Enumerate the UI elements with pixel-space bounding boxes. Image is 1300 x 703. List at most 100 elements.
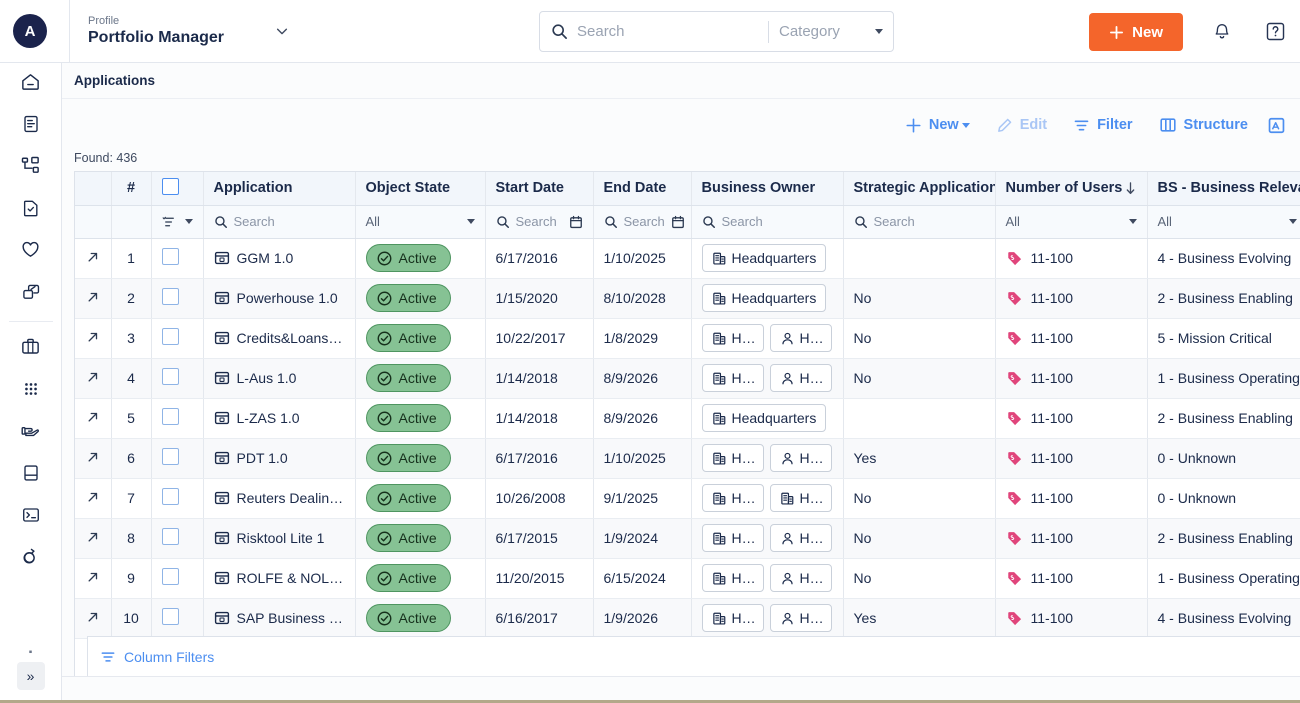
row-checkbox-cell[interactable] xyxy=(151,558,203,598)
chevron-down-icon[interactable] xyxy=(275,24,289,38)
open-in-new-icon[interactable] xyxy=(86,250,100,267)
open-in-new-icon[interactable] xyxy=(86,490,100,507)
cell-business-owner[interactable]: H…H… xyxy=(691,318,843,358)
cell-business-owner[interactable]: H…H… xyxy=(691,478,843,518)
row-checkbox-cell[interactable] xyxy=(151,278,203,318)
calendar-icon[interactable] xyxy=(671,215,685,229)
table-row[interactable]: 3Credits&Loans B…Active10/22/20171/8/202… xyxy=(75,318,1300,358)
cell-application[interactable]: Powerhouse 1.0 xyxy=(203,278,355,318)
row-expand-button[interactable] xyxy=(75,318,111,358)
cell-business-owner[interactable]: H…H… xyxy=(691,518,843,558)
chevron-down-icon[interactable] xyxy=(467,219,475,224)
owner-chip[interactable]: H… xyxy=(770,324,832,352)
cell-application[interactable]: SAP Business Pa… xyxy=(203,598,355,638)
chevron-down-icon[interactable] xyxy=(875,29,883,34)
open-in-new-icon[interactable] xyxy=(86,450,100,467)
header-business-owner[interactable]: Business Owner xyxy=(691,172,843,205)
profile-switcher[interactable]: Profile Portfolio Manager xyxy=(69,0,299,63)
owner-chip[interactable]: H… xyxy=(770,524,832,552)
row-checkbox-cell[interactable] xyxy=(151,438,203,478)
toolbar-filter-button[interactable]: Filter xyxy=(1060,108,1145,142)
open-in-new-icon[interactable] xyxy=(86,410,100,427)
cell-application[interactable]: L-Aus 1.0 xyxy=(203,358,355,398)
cell-business-owner[interactable]: H…H… xyxy=(691,598,843,638)
owner-chip[interactable]: H… xyxy=(770,364,832,392)
avatar[interactable]: A xyxy=(13,14,47,48)
sidebar-item-portfolio[interactable] xyxy=(0,328,62,370)
toolbar-structure-button[interactable]: Structure xyxy=(1146,108,1261,142)
toolbar-report-button[interactable] xyxy=(1261,108,1294,142)
owner-chip[interactable]: H… xyxy=(770,604,832,632)
row-expand-button[interactable] xyxy=(75,558,111,598)
owner-chip[interactable]: H… xyxy=(702,484,764,512)
filter-application[interactable]: Search xyxy=(203,205,355,238)
row-checkbox[interactable] xyxy=(162,248,179,265)
search-input[interactable] xyxy=(568,13,768,51)
sidebar-item-services[interactable] xyxy=(0,412,62,454)
open-in-new-icon[interactable] xyxy=(86,610,100,627)
row-checkbox-cell[interactable] xyxy=(151,358,203,398)
help-icon[interactable] xyxy=(1265,21,1286,42)
table-row[interactable]: 7Reuters Dealing …Active10/26/20089/1/20… xyxy=(75,478,1300,518)
calendar-icon[interactable] xyxy=(569,215,583,229)
row-checkbox-cell[interactable] xyxy=(151,478,203,518)
row-expand-button[interactable] xyxy=(75,438,111,478)
row-checkbox[interactable] xyxy=(162,328,179,345)
cell-application[interactable]: Reuters Dealing … xyxy=(203,478,355,518)
row-checkbox-cell[interactable] xyxy=(151,318,203,358)
cell-application[interactable]: GGM 1.0 xyxy=(203,238,355,278)
toolbar-edit-button[interactable]: Edit xyxy=(983,108,1060,142)
cell-business-owner[interactable]: H…H… xyxy=(691,358,843,398)
filter-end-date[interactable]: Search xyxy=(593,205,691,238)
filter-strategic-application[interactable]: Search xyxy=(843,205,995,238)
cell-business-owner[interactable]: H…H… xyxy=(691,438,843,478)
row-checkbox-cell[interactable] xyxy=(151,518,203,558)
cell-business-owner[interactable]: Headquarters xyxy=(691,238,843,278)
cell-application[interactable]: PDT 1.0 xyxy=(203,438,355,478)
sidebar-item-diagrams[interactable] xyxy=(0,147,62,189)
row-checkbox[interactable] xyxy=(162,568,179,585)
expand-sidebar-button[interactable]: » xyxy=(17,662,45,690)
table-row[interactable]: 6PDT 1.0Active6/17/20161/10/2025H…H…Yes1… xyxy=(75,438,1300,478)
table-row[interactable]: 1GGM 1.0Active6/17/20161/10/2025Headquar… xyxy=(75,238,1300,278)
table-row[interactable]: 9ROLFE & NOLAN…Active11/20/20156/15/2024… xyxy=(75,558,1300,598)
chevron-down-icon[interactable] xyxy=(185,219,193,224)
filter-sort-control[interactable] xyxy=(151,205,203,238)
sidebar-item-apps[interactable] xyxy=(0,370,62,412)
row-checkbox[interactable] xyxy=(162,608,179,625)
category-select[interactable]: Category xyxy=(769,23,893,40)
new-button[interactable]: New xyxy=(1089,13,1183,51)
column-filters-button[interactable]: Column Filters xyxy=(100,649,214,665)
row-checkbox-cell[interactable] xyxy=(151,238,203,278)
row-checkbox[interactable] xyxy=(162,488,179,505)
owner-chip[interactable]: H… xyxy=(702,564,764,592)
sidebar-item-tasks[interactable] xyxy=(0,189,62,231)
owner-chip[interactable]: Headquarters xyxy=(702,404,827,432)
breadcrumb-applications[interactable]: Applications xyxy=(74,73,155,88)
owner-chip[interactable]: H… xyxy=(702,444,764,472)
sidebar-item-console[interactable] xyxy=(0,496,62,538)
table-row[interactable]: 2Powerhouse 1.0Active1/15/20208/10/2028H… xyxy=(75,278,1300,318)
owner-chip[interactable]: H… xyxy=(702,524,764,552)
table-row[interactable]: 10SAP Business Pa…Active6/16/20171/9/202… xyxy=(75,598,1300,638)
sidebar-item-sync[interactable] xyxy=(0,538,62,580)
owner-chip[interactable]: H… xyxy=(702,364,764,392)
row-expand-button[interactable] xyxy=(75,518,111,558)
row-checkbox[interactable] xyxy=(162,368,179,385)
cell-application[interactable]: Credits&Loans B… xyxy=(203,318,355,358)
bell-icon[interactable] xyxy=(1212,21,1232,41)
cell-application[interactable]: Risktool Lite 1 xyxy=(203,518,355,558)
table-row[interactable]: 5L-ZAS 1.0Active1/14/20188/9/2026Headqua… xyxy=(75,398,1300,438)
header-strategic-application[interactable]: Strategic Application xyxy=(843,172,995,205)
sidebar-item-shared[interactable] xyxy=(0,273,62,315)
row-expand-button[interactable] xyxy=(75,598,111,638)
cell-application[interactable]: L-ZAS 1.0 xyxy=(203,398,355,438)
cell-business-owner[interactable]: Headquarters xyxy=(691,398,843,438)
filter-start-date[interactable]: Search xyxy=(485,205,593,238)
owner-chip[interactable]: Headquarters xyxy=(702,244,827,272)
chevron-down-icon[interactable] xyxy=(1289,219,1297,224)
chevron-down-icon[interactable] xyxy=(1129,219,1137,224)
row-checkbox[interactable] xyxy=(162,448,179,465)
row-checkbox[interactable] xyxy=(162,528,179,545)
cell-application[interactable]: ROLFE & NOLAN… xyxy=(203,558,355,598)
